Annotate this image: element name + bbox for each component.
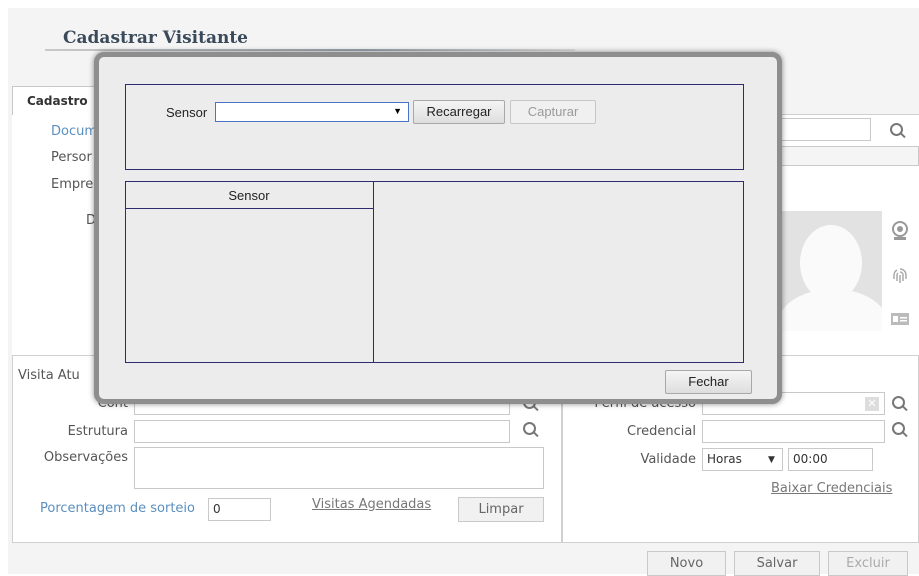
capture-button[interactable]: Capturar: [510, 100, 596, 124]
clear-icon[interactable]: ✕: [865, 397, 879, 411]
raffle-field[interactable]: 0: [208, 498, 271, 521]
credential-field[interactable]: [702, 420, 885, 443]
fingerprint-icon[interactable]: [890, 266, 910, 286]
new-button[interactable]: Novo: [647, 551, 726, 576]
page-title: Cadastrar Visitante: [63, 28, 248, 48]
download-credentials-link[interactable]: Baixar Credenciais: [771, 481, 892, 496]
table-header-rule: [125, 208, 374, 209]
search-icon[interactable]: [889, 122, 907, 140]
sensor-selector-group: [125, 84, 744, 170]
sensor-column-header: Sensor: [228, 188, 270, 203]
search-icon[interactable]: [891, 421, 909, 439]
document-field[interactable]: [778, 118, 871, 141]
visitor-photo: [770, 211, 882, 331]
id-card-icon[interactable]: [890, 309, 910, 329]
delete-button[interactable]: Excluir: [828, 551, 908, 576]
chevron-down-icon: ▼: [393, 106, 402, 116]
structure-label: Estrutura: [67, 424, 128, 439]
notes-textarea[interactable]: [134, 447, 544, 489]
sensor-label: Sensor: [166, 105, 208, 120]
company-label: Empre: [51, 177, 94, 192]
clear-button[interactable]: Limpar: [458, 497, 544, 522]
chevron-down-icon: ▼: [768, 455, 775, 465]
credential-label: Credencial: [627, 424, 696, 439]
search-icon[interactable]: [891, 395, 909, 413]
raffle-label: Porcentagem de sorteio: [40, 501, 195, 516]
person-field: [778, 146, 919, 166]
structure-field[interactable]: [134, 420, 510, 443]
scheduled-visits-link[interactable]: Visitas Agendadas: [312, 497, 431, 512]
webcam-icon[interactable]: [890, 221, 910, 241]
notes-label: Observações: [43, 450, 128, 465]
visit-section-label: Visita Atu: [18, 368, 80, 383]
sensor-dialog: Sensor ▼ Recarregar Capturar Sensor Fech…: [94, 52, 782, 404]
person-label: Persor: [51, 150, 92, 165]
validity-label: Validade: [640, 452, 696, 467]
search-icon[interactable]: [522, 421, 540, 439]
sensor-select[interactable]: ▼: [215, 102, 409, 122]
document-label: Docum: [51, 124, 98, 139]
validity-time-field[interactable]: 00:00: [788, 448, 873, 471]
title-divider: [45, 49, 575, 51]
save-button[interactable]: Salvar: [734, 551, 820, 576]
reload-button[interactable]: Recarregar: [413, 100, 505, 124]
close-button[interactable]: Fechar: [665, 370, 752, 394]
